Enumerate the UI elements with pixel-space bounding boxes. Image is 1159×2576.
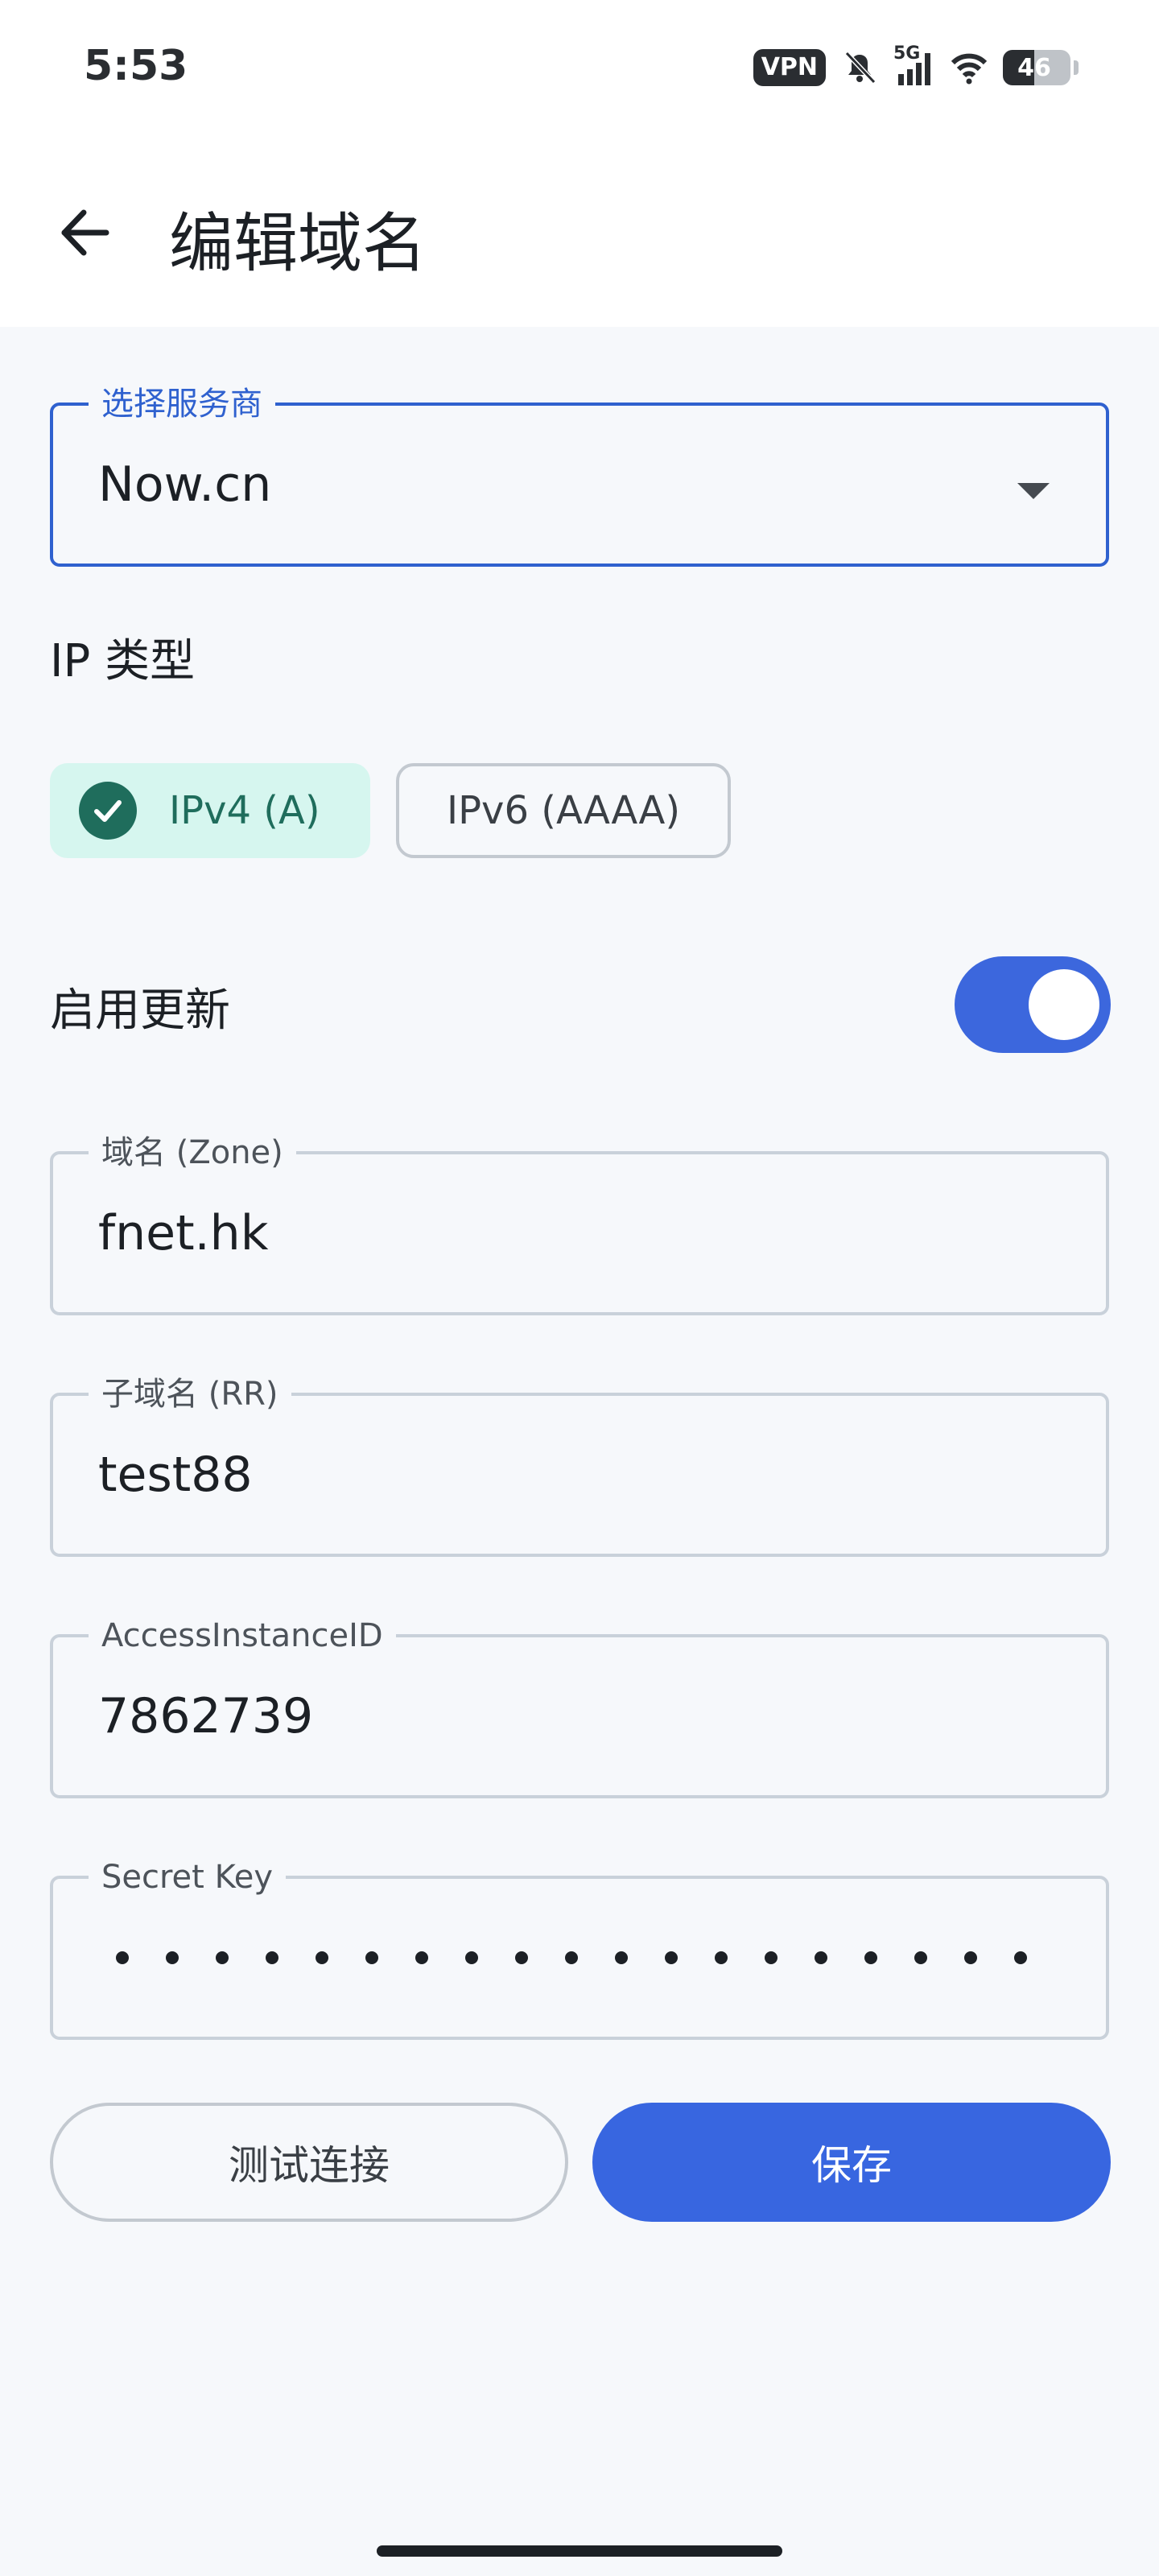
vpn-badge: VPN [753,49,826,86]
mask-dot [715,1951,728,1964]
wifi-icon [951,53,988,85]
mask-dot [116,1951,129,1964]
mask-dot [166,1951,179,1964]
mask-dot [864,1951,877,1964]
mask-dot [415,1951,428,1964]
status-time: 5:53 [84,42,188,90]
secret-key-field[interactable]: Secret Key [50,1856,1109,2040]
chip-ipv6-label: IPv6 (AAAA) [446,788,681,833]
mask-dot [216,1951,229,1964]
mask-dot [565,1951,578,1964]
mask-dot [964,1951,977,1964]
secret-key-masked-value [116,1879,1061,2037]
dropdown-arrow-icon [1017,483,1050,499]
home-indicator[interactable] [377,2545,782,2557]
subdomain-value: test88 [98,1447,253,1503]
enable-update-label: 启用更新 [50,985,230,1037]
back-button[interactable] [50,198,119,267]
toggle-knob [1029,969,1099,1040]
access-instance-field[interactable]: AccessInstanceID 7862739 [50,1615,1109,1798]
mask-dot [515,1951,528,1964]
mask-dot [615,1951,628,1964]
zone-field[interactable]: 域名 (Zone) fnet.hk [50,1132,1109,1315]
mask-dot [465,1951,478,1964]
signal-icon: 5G [893,43,935,87]
chip-ipv4-label: IPv4 (A) [169,788,320,833]
ip-type-label: IP 类型 [50,635,196,687]
mask-dot [266,1951,278,1964]
subdomain-field[interactable]: 子域名 (RR) test88 [50,1373,1109,1557]
mask-dot [914,1951,927,1964]
battery-icon: 46 [1003,50,1070,85]
page-title: 编辑域名 [169,206,427,281]
mask-dot [765,1951,777,1964]
save-button[interactable]: 保存 [592,2103,1111,2222]
mask-dot [815,1951,827,1964]
zone-value: fnet.hk [98,1205,269,1261]
bell-muted-icon [844,51,876,85]
arrow-left-icon [61,209,109,256]
app-top-bar: 5:53 VPN 5G 46 编辑域名 [0,0,1159,327]
enable-update-toggle[interactable] [955,956,1111,1053]
access-instance-value: 7862739 [98,1688,314,1744]
battery-level: 46 [1017,53,1051,82]
mask-dot [365,1951,378,1964]
provider-value: Now.cn [98,456,272,513]
battery-cap [1074,60,1079,75]
mask-dot [1014,1951,1027,1964]
mask-dot [665,1951,678,1964]
check-circle-icon [79,782,137,840]
mask-dot [316,1951,328,1964]
chip-ipv6[interactable]: IPv6 (AAAA) [396,763,731,858]
test-connection-button[interactable]: 测试连接 [50,2103,568,2222]
status-icons: VPN 5G 46 [753,43,1079,90]
chip-ipv4[interactable]: IPv4 (A) [50,763,370,858]
provider-select[interactable]: 选择服务商 Now.cn [50,383,1109,567]
